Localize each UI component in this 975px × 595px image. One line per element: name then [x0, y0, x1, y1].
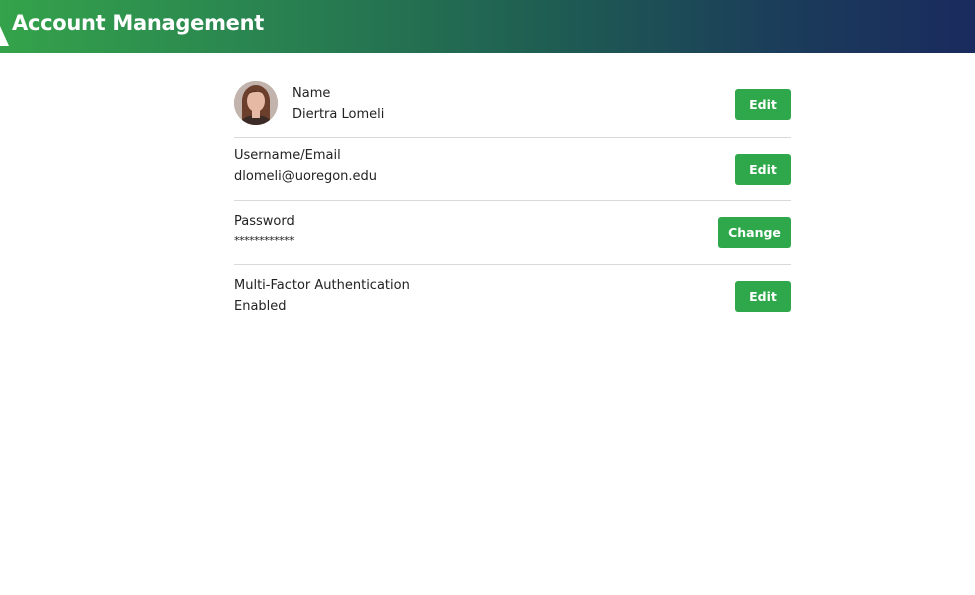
change-password-button[interactable]: Change: [718, 217, 791, 248]
username-row: Username/Email dlomeli@uoregon.edu Edit: [234, 138, 791, 201]
name-value: Diertra Lomeli: [292, 107, 385, 122]
app-header: Account Management: [0, 0, 975, 53]
password-label: Password: [234, 214, 295, 229]
mfa-label: Multi-Factor Authentication: [234, 278, 410, 293]
account-settings-panel: Name Diertra Lomeli Edit Username/Email …: [234, 74, 791, 329]
password-row: Password ************ Change: [234, 201, 791, 265]
password-value: ************: [234, 234, 295, 247]
mfa-value: Enabled: [234, 299, 287, 314]
name-row: Name Diertra Lomeli Edit: [234, 74, 791, 138]
edit-mfa-button[interactable]: Edit: [735, 281, 791, 312]
username-label: Username/Email: [234, 148, 341, 163]
avatar: [234, 81, 278, 125]
mfa-row: Multi-Factor Authentication Enabled Edit: [234, 265, 791, 329]
page-title: Account Management: [12, 11, 265, 35]
username-value: dlomeli@uoregon.edu: [234, 169, 378, 184]
edit-username-button[interactable]: Edit: [735, 154, 791, 185]
name-label: Name: [292, 86, 331, 101]
mountain-logo-icon: [0, 26, 9, 46]
edit-name-button[interactable]: Edit: [735, 89, 791, 120]
